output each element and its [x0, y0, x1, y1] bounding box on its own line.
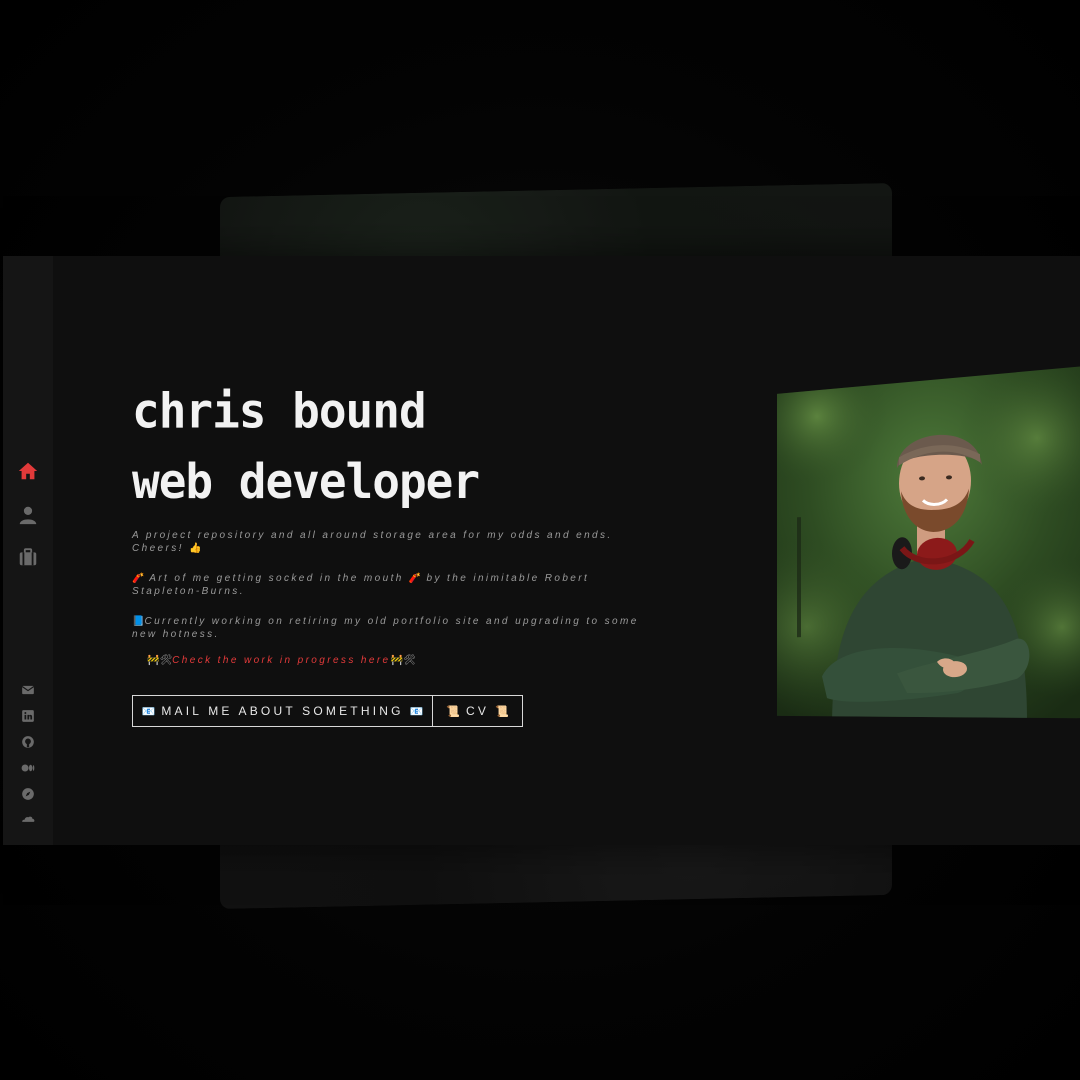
- thumbs-up-icon: 👍: [189, 543, 202, 554]
- construction-icon: 🚧🛠: [390, 655, 416, 666]
- cv-button[interactable]: 📜 CV 📜: [433, 695, 523, 727]
- construction-icon: 🚧🛠: [147, 655, 173, 666]
- role-heading: web developer: [132, 452, 480, 510]
- mail-button-label: MAIL ME ABOUT SOMETHING: [161, 704, 404, 718]
- page: chris bound web developer A project repo…: [0, 0, 1080, 1080]
- wip-paragraph: 🚧🛠Check the work in progress here🚧🛠: [147, 654, 547, 667]
- main-card: chris bound web developer A project repo…: [3, 256, 1080, 845]
- soundcloud-icon[interactable]: [3, 812, 53, 826]
- scroll-icon: 📜: [446, 705, 460, 718]
- envelope-icon: 📧: [141, 705, 156, 718]
- status-paragraph: 📘Currently working on retiring my old po…: [132, 615, 652, 641]
- status-text: Currently working on retiring my old por…: [132, 616, 639, 640]
- firecracker-icon: 🧨: [408, 573, 422, 584]
- intro-paragraph: A project repository and all around stor…: [132, 529, 632, 555]
- art-credit-paragraph: 🧨 Art of me getting socked in the mouth …: [132, 572, 632, 598]
- hero-heading: chris bound web developer: [132, 376, 752, 517]
- envelope-icon: 📧: [409, 705, 424, 718]
- medium-icon[interactable]: [3, 761, 53, 775]
- book-icon: 📘: [132, 616, 145, 627]
- linkedin-icon[interactable]: [3, 709, 53, 723]
- portrait-photo: [777, 366, 1080, 730]
- briefcase-icon[interactable]: [3, 546, 53, 568]
- sidebar: [3, 256, 53, 845]
- cta-buttons: 📧 MAIL ME ABOUT SOMETHING 📧 📜 CV 📜: [132, 695, 523, 727]
- hero-content: chris bound web developer A project repo…: [132, 376, 752, 727]
- github-icon[interactable]: [3, 735, 53, 749]
- user-icon[interactable]: [3, 504, 53, 526]
- mail-button[interactable]: 📧 MAIL ME ABOUT SOMETHING 📧: [132, 695, 433, 727]
- compass-icon[interactable]: [3, 787, 53, 801]
- home-icon[interactable]: [3, 460, 53, 482]
- wip-link[interactable]: Check the work in progress here: [172, 655, 390, 666]
- mail-icon[interactable]: [3, 683, 53, 697]
- firecracker-icon: 🧨: [132, 573, 145, 584]
- art-credit-text: Art of me getting socked in the mouth: [144, 573, 409, 584]
- name-heading: chris bound: [132, 382, 427, 439]
- scroll-icon: 📜: [495, 705, 509, 718]
- cv-button-label: CV: [465, 704, 490, 718]
- intro-text: A project repository and all around stor…: [132, 530, 613, 554]
